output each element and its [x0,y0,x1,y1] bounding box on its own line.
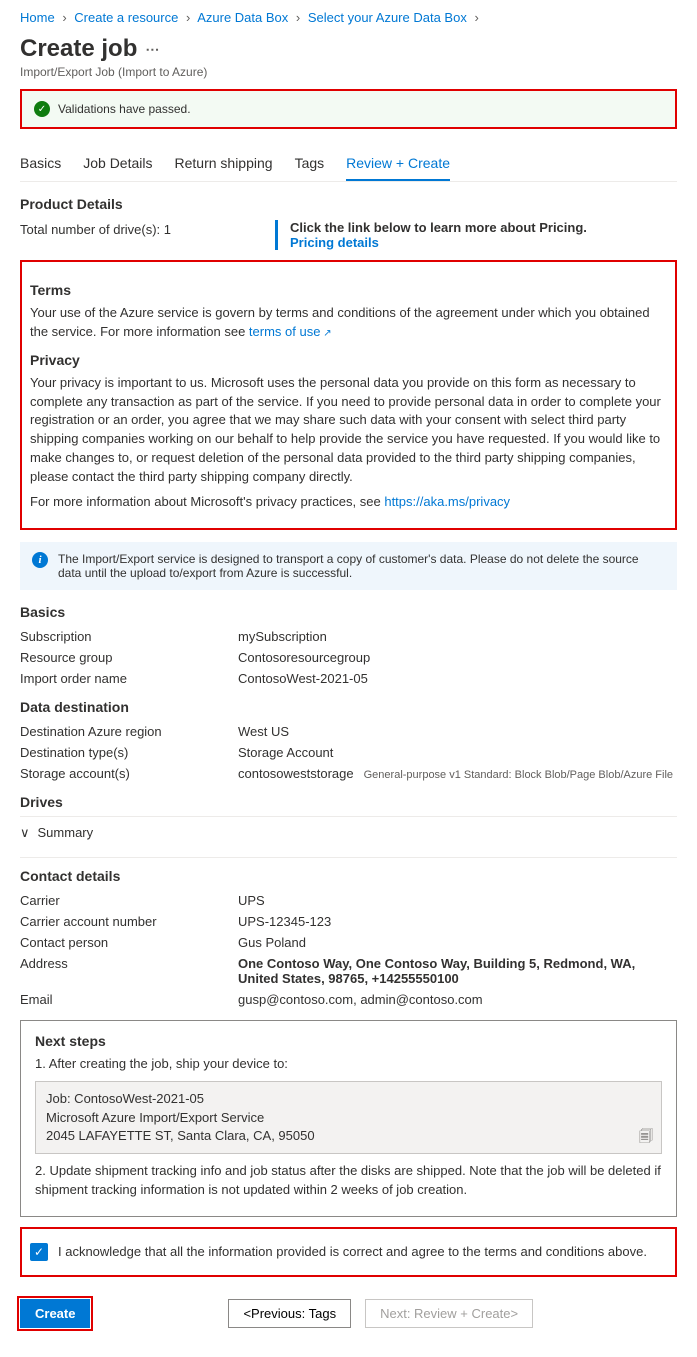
pricing-callout: Click the link below to learn more about… [275,220,587,250]
ship-line3: 2045 LAFAYETTE ST, Santa Clara, CA, 9505… [46,1127,651,1145]
check-icon: ✓ [34,101,50,117]
drives-count: Total number of drive(s): 1 [20,220,275,250]
next-steps-box: Next steps 1. After creating the job, sh… [20,1020,677,1217]
subscription-value: mySubscription [238,629,677,644]
contact-person-value: Gus Poland [238,935,677,950]
acknowledge-label: I acknowledge that all the information p… [58,1243,647,1261]
dest-type-value: Storage Account [238,745,677,760]
import-order-label: Import order name [20,671,238,686]
copy-icon[interactable]: 🗐 [639,1127,653,1147]
next-steps-step2: 2. Update shipment tracking info and job… [35,1162,662,1200]
tabs: Basics Job Details Return shipping Tags … [20,147,677,182]
breadcrumb: Home › Create a resource › Azure Data Bo… [20,8,677,31]
carrier-label: Carrier [20,893,238,908]
acknowledge-block: ✓ I acknowledge that all the information… [20,1227,677,1277]
data-destination-heading: Data destination [20,699,677,715]
product-details-heading: Product Details [20,196,677,212]
storage-account-value: contosoweststorageGeneral-purpose v1 Sta… [238,766,677,781]
tab-return-shipping[interactable]: Return shipping [175,147,273,181]
subscription-label: Subscription [20,629,238,644]
next-steps-heading: Next steps [35,1033,662,1049]
page-subtitle: Import/Export Job (Import to Azure) [20,65,677,79]
carrier-account-label: Carrier account number [20,914,238,929]
privacy-heading: Privacy [30,352,667,368]
carrier-account-value: UPS-12345-123 [238,914,677,929]
tab-review-create[interactable]: Review + Create [346,147,450,181]
contact-heading: Contact details [20,868,677,884]
ship-line1: Job: ContosoWest-2021-05 [46,1090,651,1108]
tab-basics[interactable]: Basics [20,147,61,181]
previous-button[interactable]: <Previous: Tags [228,1299,351,1328]
validation-message: Validations have passed. [58,102,191,116]
terms-heading: Terms [30,282,667,298]
pricing-prompt: Click the link below to learn more about… [290,220,587,235]
address-value: One Contoso Way, One Contoso Way, Buildi… [238,956,677,986]
resource-group-label: Resource group [20,650,238,665]
email-value: gusp@contoso.com, admin@contoso.com [238,992,677,1007]
more-menu-icon[interactable]: ⋯ [145,41,159,58]
create-button[interactable]: Create [20,1299,90,1328]
basics-heading: Basics [20,604,677,620]
validation-banner: ✓ Validations have passed. [20,89,677,129]
terms-of-use-link[interactable]: terms of use [249,324,332,339]
drives-summary-toggle[interactable]: ∨ Summary [20,816,677,849]
chevron-right-icon: › [296,10,300,25]
dest-type-label: Destination type(s) [20,745,238,760]
page-title: Create job ⋯ [20,35,677,63]
divider [20,857,677,858]
breadcrumb-select-data-box[interactable]: Select your Azure Data Box [308,10,467,25]
pricing-details-link[interactable]: Pricing details [290,235,379,250]
email-label: Email [20,992,238,1007]
breadcrumb-create-resource[interactable]: Create a resource [74,10,178,25]
chevron-right-icon: › [186,10,190,25]
address-label: Address [20,956,238,971]
dest-region-label: Destination Azure region [20,724,238,739]
breadcrumb-azure-data-box[interactable]: Azure Data Box [197,10,288,25]
privacy-body-2: For more information about Microsoft's p… [30,493,667,512]
footer-actions: Create <Previous: Tags Next: Review + Cr… [20,1299,677,1328]
info-icon: i [32,552,48,568]
info-banner: i The Import/Export service is designed … [20,542,677,590]
contact-person-label: Contact person [20,935,238,950]
drives-heading: Drives [20,794,677,810]
privacy-body-1: Your privacy is important to us. Microso… [30,374,667,487]
terms-body: Your use of the Azure service is govern … [30,304,667,342]
terms-privacy-block: Terms Your use of the Azure service is g… [20,260,677,530]
ship-address-block: Job: ContosoWest-2021-05 Microsoft Azure… [35,1081,662,1154]
chevron-down-icon: ∨ [20,825,30,841]
info-banner-text: The Import/Export service is designed to… [58,552,665,580]
carrier-value: UPS [238,893,677,908]
import-order-value: ContosoWest-2021-05 [238,671,677,686]
storage-account-meta: General-purpose v1 Standard: Block Blob/… [364,769,673,781]
tab-job-details[interactable]: Job Details [83,147,152,181]
breadcrumb-home[interactable]: Home [20,10,55,25]
next-button: Next: Review + Create> [365,1299,533,1328]
next-steps-step1: 1. After creating the job, ship your dev… [35,1055,662,1074]
drives-summary-label: Summary [38,825,94,840]
chevron-right-icon: › [474,10,478,25]
chevron-right-icon: › [62,10,66,25]
resource-group-value: Contosoresourcegroup [238,650,677,665]
dest-region-value: West US [238,724,677,739]
tab-tags[interactable]: Tags [295,147,325,181]
acknowledge-checkbox[interactable]: ✓ [30,1243,48,1261]
privacy-link[interactable]: https://aka.ms/privacy [384,494,510,509]
storage-account-label: Storage account(s) [20,766,238,781]
ship-line2: Microsoft Azure Import/Export Service [46,1109,651,1127]
